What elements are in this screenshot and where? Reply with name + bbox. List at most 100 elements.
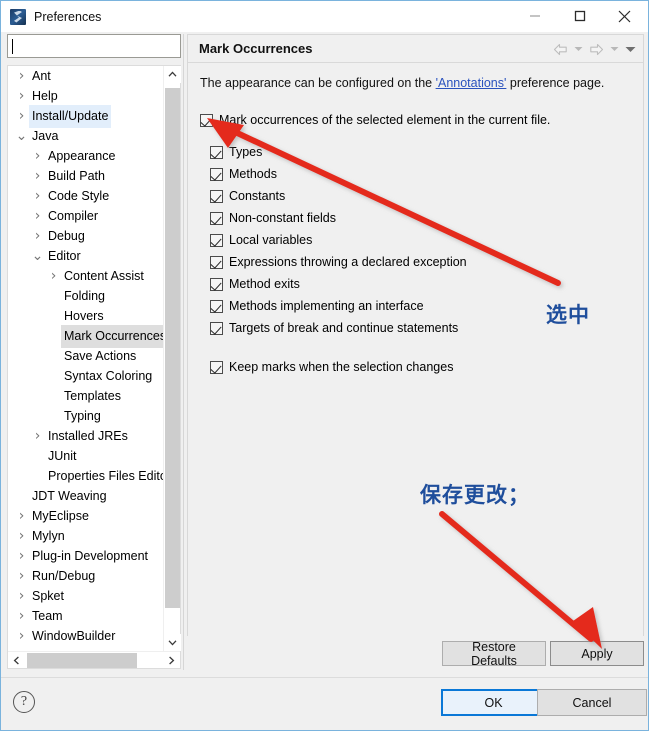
chevron-up-icon[interactable] bbox=[164, 66, 181, 83]
window-controls bbox=[512, 1, 647, 31]
tree-item-debug[interactable]: › Debug bbox=[8, 226, 163, 246]
option-checkbox-types[interactable]: Types bbox=[210, 145, 262, 159]
checkbox-label: Targets of break and continue statements bbox=[229, 321, 459, 335]
tree-item-team[interactable]: › Team bbox=[8, 606, 163, 626]
checkbox-indicator bbox=[210, 277, 223, 291]
tree-item-hovers[interactable]: Hovers bbox=[8, 306, 163, 326]
filter-input[interactable] bbox=[7, 34, 181, 58]
chevron-right-icon[interactable]: › bbox=[14, 546, 29, 566]
tree-item-editor[interactable]: ⌄ Editor bbox=[8, 246, 163, 266]
chevron-right-icon[interactable]: › bbox=[14, 566, 29, 586]
close-icon[interactable] bbox=[602, 1, 647, 31]
chevron-right-icon[interactable]: › bbox=[30, 146, 45, 166]
chevron-right-icon[interactable]: › bbox=[46, 266, 61, 286]
chevron-right-icon[interactable]: › bbox=[30, 186, 45, 206]
tree-item-folding[interactable]: Folding bbox=[8, 286, 163, 306]
tree-item-installed-jres[interactable]: › Installed JREs bbox=[8, 426, 163, 446]
tree-item-plug-in-development[interactable]: › Plug-in Development bbox=[8, 546, 163, 566]
chevron-left-icon[interactable] bbox=[8, 652, 25, 669]
tree-item-junit[interactable]: JUnit bbox=[8, 446, 163, 466]
keep-marks-checkbox[interactable]: Keep marks when the selection changes bbox=[210, 360, 453, 374]
tree-item-appearance[interactable]: › Appearance bbox=[8, 146, 163, 166]
option-checkbox-methods-implementing-an-interface[interactable]: Methods implementing an interface bbox=[210, 299, 424, 313]
option-checkbox-targets-of-break-and-continue-statements[interactable]: Targets of break and continue statements bbox=[210, 321, 458, 335]
chevron-right-icon[interactable]: › bbox=[14, 86, 29, 106]
chevron-right-icon[interactable]: › bbox=[30, 226, 45, 246]
tree-item-spket[interactable]: › Spket bbox=[8, 586, 163, 606]
chevron-right-icon[interactable]: › bbox=[14, 586, 29, 606]
description-text-after: preference page. bbox=[506, 76, 605, 90]
mark-occurrences-checkbox[interactable]: Mark occurrences of the selected element… bbox=[200, 113, 550, 127]
chevron-right-icon[interactable]: › bbox=[14, 626, 29, 646]
chevron-right-icon[interactable]: › bbox=[30, 166, 45, 186]
preferences-dialog: Preferences › Ant › Help › Install/Update ⌄ Jav… bbox=[0, 0, 649, 731]
chevron-down-icon[interactable] bbox=[571, 39, 585, 59]
tree-item-mylyn[interactable]: › Mylyn bbox=[8, 526, 163, 546]
chevron-right-icon[interactable]: › bbox=[14, 526, 29, 546]
tree-item-typing[interactable]: Typing bbox=[8, 406, 163, 426]
pane-divider[interactable] bbox=[182, 34, 186, 670]
chevron-right-icon[interactable]: › bbox=[30, 426, 45, 446]
tree-item-jdt-weaving[interactable]: JDT Weaving bbox=[8, 486, 163, 506]
chevron-down-filled-icon[interactable] bbox=[623, 39, 637, 59]
tree-horizontal-scrollbar[interactable] bbox=[8, 651, 180, 668]
ok-button[interactable]: OK bbox=[441, 689, 546, 716]
option-checkbox-local-variables[interactable]: Local variables bbox=[210, 233, 312, 247]
tree-item-ant[interactable]: › Ant bbox=[8, 66, 163, 86]
preferences-tree-pane: › Ant › Help › Install/Update ⌄ Java › Appearance… bbox=[7, 34, 181, 669]
chevron-right-icon[interactable]: › bbox=[14, 66, 29, 86]
back-arrow-icon[interactable] bbox=[551, 39, 569, 59]
scrollbar-thumb-horizontal[interactable] bbox=[27, 653, 137, 668]
checkbox-label: Keep marks when the selection changes bbox=[229, 360, 454, 374]
tree-item-code-style[interactable]: › Code Style bbox=[8, 186, 163, 206]
checkbox-label: Non-constant fields bbox=[229, 211, 337, 225]
tree-item-java[interactable]: ⌄ Java bbox=[8, 126, 163, 146]
apply-button[interactable]: Apply bbox=[550, 641, 644, 666]
scrollbar-thumb-vertical[interactable] bbox=[165, 88, 180, 608]
tree-item-label: WindowBuilder bbox=[32, 628, 116, 643]
checkbox-indicator bbox=[210, 360, 223, 374]
option-checkbox-non-constant-fields[interactable]: Non-constant fields bbox=[210, 211, 336, 225]
option-checkbox-constants[interactable]: Constants bbox=[210, 189, 285, 203]
option-checkbox-method-exits[interactable]: Method exits bbox=[210, 277, 300, 291]
tree-viewport: › Ant › Help › Install/Update ⌄ Java › Appearance… bbox=[8, 66, 163, 651]
chevron-down-icon[interactable]: ⌄ bbox=[14, 129, 29, 143]
chevron-right-icon[interactable]: › bbox=[14, 606, 29, 626]
checkbox-label: Types bbox=[229, 145, 263, 159]
tree-item-mark-occurrences[interactable]: Mark Occurrences bbox=[8, 324, 163, 348]
chevron-right-icon[interactable]: › bbox=[14, 106, 29, 126]
tree-item-build-path[interactable]: › Build Path bbox=[8, 166, 163, 186]
tree-item-install-update[interactable]: › Install/Update bbox=[8, 104, 163, 128]
tree-item-help[interactable]: › Help bbox=[8, 86, 163, 106]
tree-item-myeclipse[interactable]: › MyEclipse bbox=[8, 506, 163, 526]
tree-item-windowbuilder[interactable]: › WindowBuilder bbox=[8, 626, 163, 646]
minimize-icon[interactable] bbox=[512, 1, 557, 31]
chevron-right-icon[interactable]: › bbox=[30, 206, 45, 226]
chevron-down-icon[interactable] bbox=[164, 634, 181, 651]
tree-item-syntax-coloring[interactable]: Syntax Coloring bbox=[8, 366, 163, 386]
tree-item-compiler[interactable]: › Compiler bbox=[8, 206, 163, 226]
tree-item-save-actions[interactable]: Save Actions bbox=[8, 346, 163, 366]
tree-item-templates[interactable]: Templates bbox=[8, 386, 163, 406]
help-icon[interactable]: ? bbox=[13, 691, 35, 713]
tree-item-content-assist[interactable]: › Content Assist bbox=[8, 266, 163, 286]
description-text-before: The appearance can be configured on the bbox=[200, 76, 436, 90]
preference-page-pane: Mark Occurrences The appearance can be c… bbox=[187, 34, 644, 636]
chevron-down-icon[interactable] bbox=[607, 39, 621, 59]
tree-item-run-debug[interactable]: › Run/Debug bbox=[8, 566, 163, 586]
restore-defaults-button[interactable]: Restore Defaults bbox=[442, 640, 546, 668]
chevron-down-icon[interactable]: ⌄ bbox=[30, 249, 45, 263]
maximize-icon[interactable] bbox=[557, 1, 602, 31]
chevron-right-icon[interactable]: › bbox=[14, 506, 29, 526]
annotations-link[interactable]: 'Annotations' bbox=[436, 76, 507, 90]
option-checkbox-methods[interactable]: Methods bbox=[210, 167, 277, 181]
checkbox-indicator bbox=[200, 113, 213, 127]
cancel-button[interactable]: Cancel bbox=[537, 689, 647, 716]
tree-item-properties-files-editor[interactable]: Properties Files Editor bbox=[8, 466, 163, 486]
checkbox-label: Method exits bbox=[229, 277, 300, 291]
tree-vertical-scrollbar[interactable] bbox=[163, 66, 181, 651]
chevron-right-icon[interactable] bbox=[163, 652, 180, 669]
myeclipse-icon bbox=[10, 8, 26, 25]
forward-arrow-icon[interactable] bbox=[587, 39, 605, 59]
option-checkbox-expressions-throwing-a-declared-exception[interactable]: Expressions throwing a declared exceptio… bbox=[210, 255, 467, 269]
